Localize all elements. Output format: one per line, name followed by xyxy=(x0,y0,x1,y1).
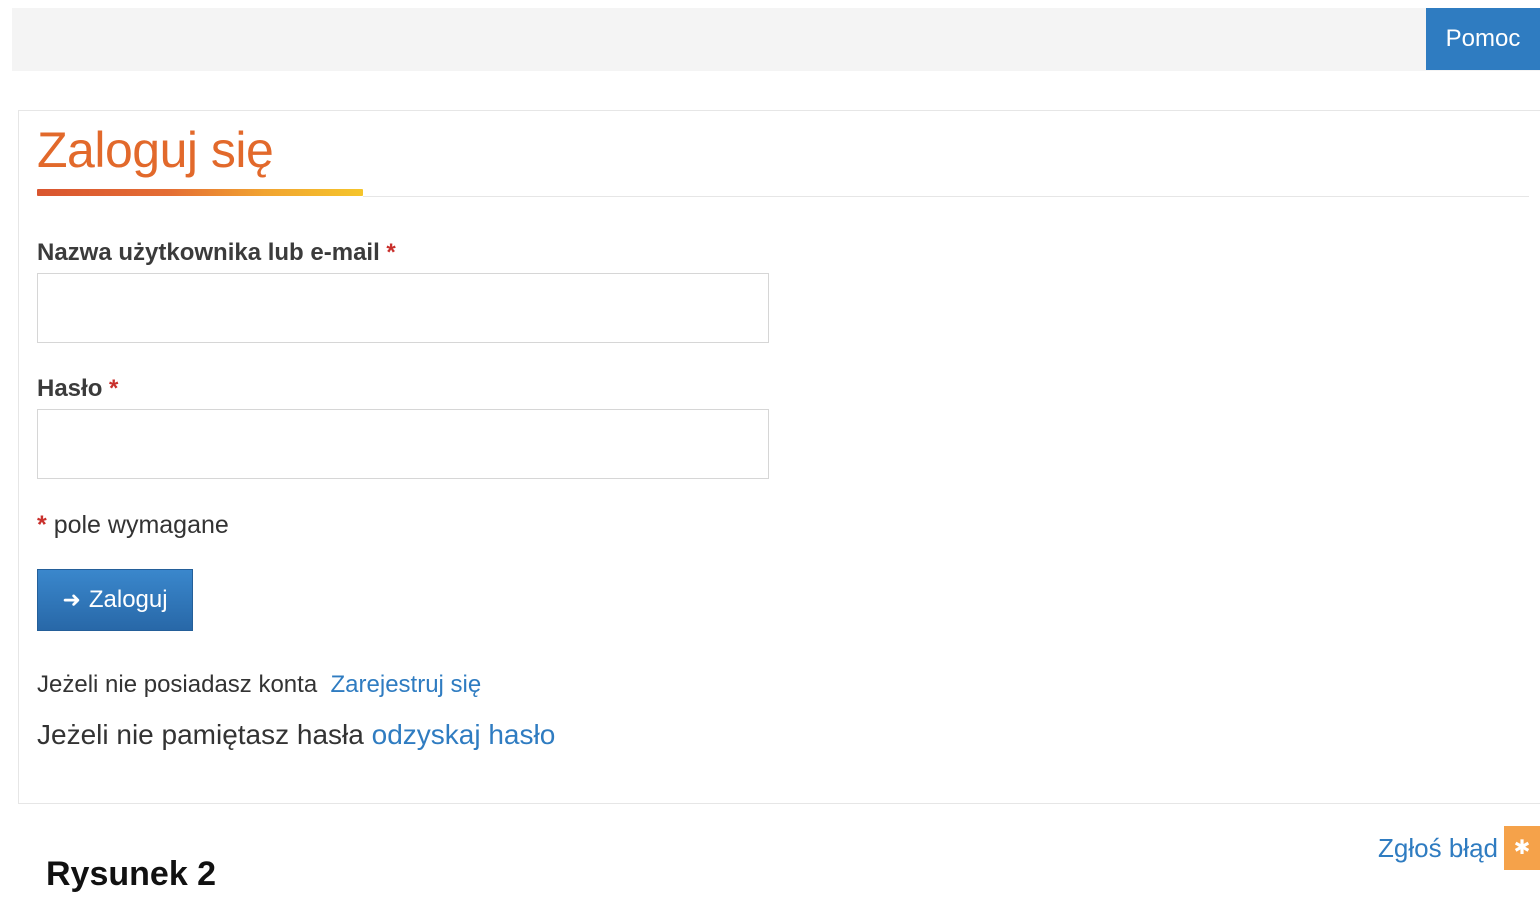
required-note-text: pole wymagane xyxy=(53,511,229,539)
recover-prompt: Jeżeli nie pamiętasz hasła xyxy=(37,719,364,750)
bug-icon[interactable]: ✱ xyxy=(1504,826,1540,870)
page-title: Zaloguj się xyxy=(37,122,274,178)
help-button[interactable]: Pomoc xyxy=(1426,8,1540,70)
sign-in-icon: ➜ xyxy=(62,587,81,612)
password-input[interactable] xyxy=(37,409,769,479)
top-bar: Pomoc xyxy=(12,8,1540,71)
register-prompt: Jeżeli nie posiadasz konta xyxy=(37,671,318,698)
figure-caption: Rysunek 2 xyxy=(46,855,217,893)
username-label: Nazwa użytkownika lub e-mail * xyxy=(37,239,396,267)
login-button-label: Zaloguj xyxy=(88,586,168,613)
required-asterisk: * xyxy=(386,239,396,266)
username-label-text: Nazwa użytkownika lub e-mail xyxy=(37,239,380,266)
report-error-link[interactable]: Zgłoś błąd xyxy=(1378,833,1498,864)
recover-password-link[interactable]: odzyskaj hasło xyxy=(372,719,556,750)
username-input[interactable] xyxy=(37,273,769,343)
required-asterisk: * xyxy=(109,375,119,402)
login-panel: Zaloguj się Nazwa użytkownika lub e-mail… xyxy=(18,110,1540,804)
title-underline xyxy=(37,189,363,196)
login-button[interactable]: ➜ Zaloguj xyxy=(37,569,193,631)
recover-line: Jeżeli nie pamiętasz hasła odzyskaj hasł… xyxy=(37,719,555,751)
register-link[interactable]: Zarejestruj się xyxy=(331,671,482,698)
register-line: Jeżeli nie posiadasz konta Zarejestruj s… xyxy=(37,671,481,699)
title-divider xyxy=(363,196,1529,197)
password-label: Hasło * xyxy=(37,375,118,403)
password-label-text: Hasło xyxy=(37,375,103,402)
required-note: * pole wymagane xyxy=(37,511,229,540)
required-asterisk: * xyxy=(37,511,47,539)
